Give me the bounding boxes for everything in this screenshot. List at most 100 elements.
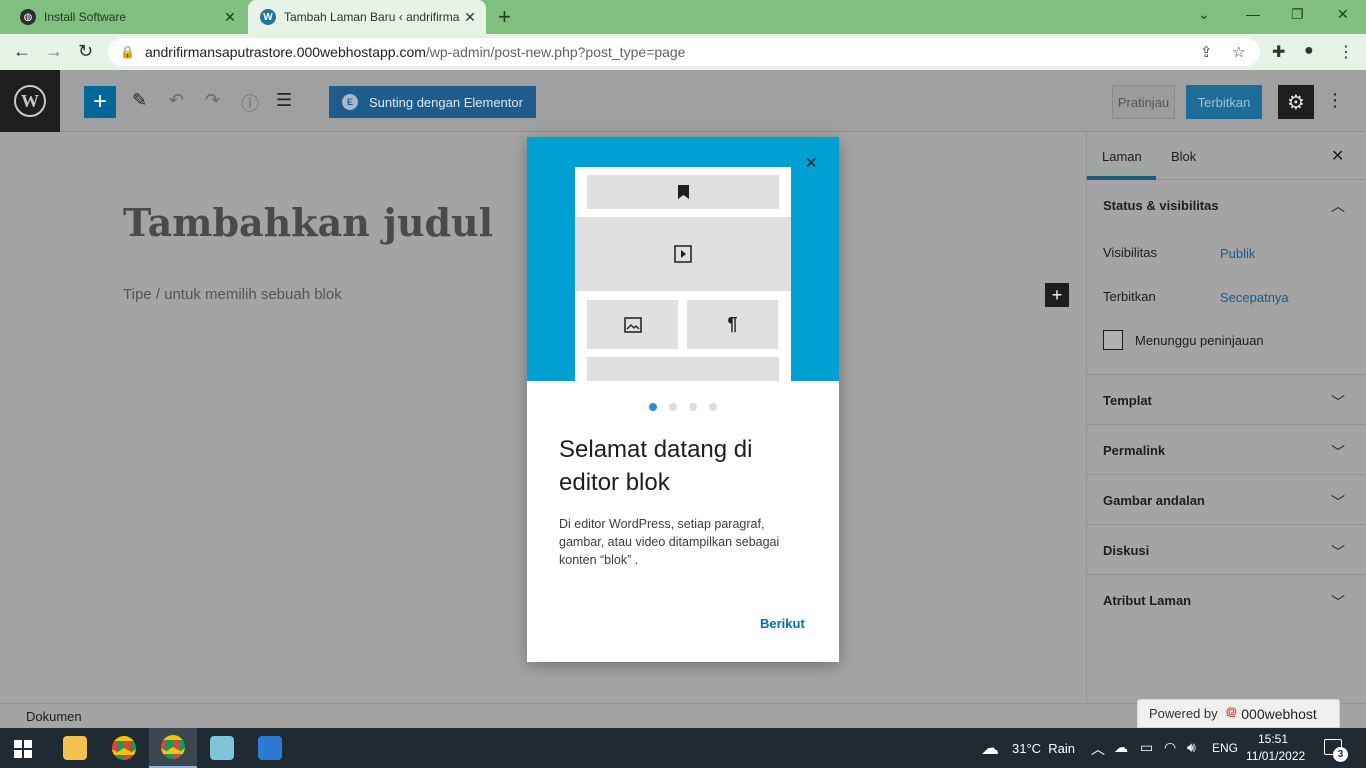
volume-icon[interactable]: 🔊︎ — [1187, 739, 1196, 756]
new-tab-button[interactable]: + — [498, 6, 511, 28]
browser-menu-icon[interactable]: ⋮ — [1338, 42, 1354, 62]
pending-review-checkbox[interactable] — [1103, 330, 1123, 350]
info-icon[interactable]: ⓘ — [241, 90, 259, 116]
elementor-label: Sunting dengan Elementor — [369, 94, 523, 110]
page-dot-2[interactable] — [669, 403, 677, 411]
clock[interactable]: 15:51 11/01/2022 — [1246, 731, 1305, 765]
url-host: andrifirmansaputrastore.000webhostapp.co… — [144, 44, 426, 60]
tab-block[interactable]: Blok — [1171, 149, 1196, 164]
share-icon[interactable]: ⇪ — [1200, 43, 1213, 61]
browser-tab-new-page[interactable]: W Tambah Laman Baru ‹ andrifirman ✕ — [248, 0, 486, 34]
weather-rain-icon[interactable]: ☁ — [981, 738, 999, 759]
close-sidebar-icon[interactable]: ✕ — [1331, 146, 1344, 166]
visibility-label: Visibilitas — [1103, 245, 1157, 260]
divider — [1087, 374, 1366, 375]
wifi-icon[interactable]: ◠ — [1164, 739, 1176, 756]
divider — [1087, 524, 1366, 525]
divider — [1087, 424, 1366, 425]
visibility-value-link[interactable]: Publik — [1220, 246, 1255, 261]
show-hidden-icons[interactable]: ︿ — [1091, 739, 1105, 759]
block-row — [587, 357, 779, 381]
close-tab-icon[interactable]: ✕ — [460, 9, 480, 26]
chrome-active-icon[interactable] — [149, 728, 197, 768]
wordpress-logo[interactable]: W — [0, 70, 60, 132]
publish-button[interactable]: Terbitkan — [1186, 85, 1262, 119]
globe-icon: ◍ — [20, 9, 36, 25]
sidebar-tabs: Laman Blok ✕ — [1087, 132, 1366, 180]
weather-text[interactable]: 31°C Rain — [1012, 741, 1075, 756]
undo-icon[interactable]: ↶ — [169, 90, 184, 111]
chevron-down-icon[interactable]: ﹀ — [1331, 542, 1345, 562]
lock-icon[interactable]: 🔒 — [120, 45, 135, 59]
panel-status-visibility[interactable]: Status & visibilitas — [1103, 198, 1219, 213]
battery-icon[interactable]: ▭ — [1140, 739, 1153, 756]
next-button[interactable]: Berikut — [760, 616, 805, 631]
block-placeholder[interactable]: Tipe / untuk memilih sebuah blok — [123, 286, 342, 303]
preview-button[interactable]: Pratinjau — [1112, 85, 1175, 119]
browser-tab-install-software[interactable]: ◍ Install Software ✕ — [8, 0, 246, 34]
powered-brand: 000webhost — [1241, 705, 1317, 722]
panel-template[interactable]: Templat — [1103, 393, 1152, 408]
chevron-up-icon[interactable]: ︿ — [1331, 196, 1345, 216]
reload-icon[interactable]: ↻ — [78, 41, 93, 62]
webhost-logo-icon: ᪤ — [1225, 704, 1238, 721]
more-options-icon[interactable]: ⋮ — [1326, 90, 1344, 111]
extensions-icon[interactable]: ✚ — [1272, 42, 1285, 62]
active-tab-indicator — [1087, 176, 1156, 180]
panel-permalink[interactable]: Permalink — [1103, 443, 1165, 458]
image-icon — [587, 300, 678, 349]
chevron-down-icon[interactable]: ﹀ — [1331, 592, 1345, 612]
powered-by-badge[interactable]: Powered by ᪤ 000webhost — [1137, 699, 1340, 728]
panel-discussion[interactable]: Diskusi — [1103, 543, 1149, 558]
bookmark-icon — [587, 175, 779, 209]
profile-avatar[interactable]: ● — [1304, 42, 1314, 60]
language-indicator[interactable]: ENG — [1212, 741, 1238, 755]
pending-review-label: Menunggu peninjauan — [1135, 333, 1264, 348]
panel-featured-image[interactable]: Gambar andalan — [1103, 493, 1205, 508]
chrome-icon[interactable] — [100, 728, 148, 768]
windows-start-icon[interactable] — [14, 740, 32, 758]
inline-add-block-button[interactable]: + — [1045, 283, 1069, 307]
modal-description: Di editor WordPress, setiap paragraf, ga… — [559, 517, 780, 567]
browser-tabstrip: ◍ Install Software ✕ W Tambah Laman Baru… — [0, 0, 1366, 34]
notepad-icon[interactable] — [198, 728, 246, 768]
minimize-icon[interactable]: — — [1246, 6, 1260, 22]
post-title-placeholder[interactable]: Tambahkan judul — [123, 200, 493, 245]
restore-icon[interactable]: ❐ — [1291, 6, 1304, 23]
address-bar[interactable]: 🔒 andrifirmansaputrastore.000webhostapp.… — [108, 38, 1260, 66]
chevron-down-icon[interactable]: ﹀ — [1331, 392, 1345, 412]
wordpress-icon: W — [260, 9, 276, 25]
page-dot-4[interactable] — [709, 403, 717, 411]
chevron-down-icon[interactable]: ﹀ — [1331, 442, 1345, 462]
settings-gear-icon[interactable]: ⚙ — [1278, 85, 1314, 119]
clock-time: 15:51 — [1257, 732, 1289, 746]
onedrive-icon[interactable]: ☁ — [1114, 739, 1128, 756]
page-dot-3[interactable] — [689, 403, 697, 411]
breadcrumb[interactable]: Dokumen — [26, 709, 82, 724]
block-illustration: ¶ — [575, 167, 791, 381]
file-explorer-icon[interactable] — [51, 728, 99, 768]
edit-with-elementor-button[interactable]: E Sunting dengan Elementor — [329, 86, 536, 118]
page-dot-1[interactable] — [649, 403, 657, 411]
edit-pencil-icon[interactable]: ✎ — [132, 90, 147, 111]
chevron-down-icon[interactable]: ﹀ — [1331, 492, 1345, 512]
photos-icon[interactable] — [246, 728, 294, 768]
list-view-icon[interactable]: ☰ — [276, 90, 292, 111]
redo-icon[interactable]: ↷ — [205, 90, 220, 111]
publish-value-link[interactable]: Secepatnya — [1220, 290, 1289, 305]
close-modal-icon[interactable]: ✕ — [805, 154, 818, 172]
browser-toolbar: ← → ↻ 🔒 andrifirmansaputrastore.000webho… — [0, 34, 1366, 70]
tab-search-icon[interactable]: ⌄ — [1198, 6, 1210, 23]
bookmark-star-icon[interactable]: ☆ — [1232, 43, 1245, 61]
url-path: /wp-admin/post-new.php?post_type=page — [425, 44, 686, 60]
panel-page-attributes[interactable]: Atribut Laman — [1103, 593, 1191, 608]
close-window-icon[interactable]: ✕ — [1337, 6, 1349, 23]
paragraph-icon: ¶ — [687, 300, 778, 349]
tab-page[interactable]: Laman — [1102, 149, 1142, 164]
forward-icon[interactable]: → — [45, 41, 63, 62]
back-icon[interactable]: ← — [13, 41, 31, 62]
notification-count-badge: 3 — [1333, 747, 1348, 762]
welcome-guide-modal: ¶ ✕ Selamat datang di editor blok Di edi… — [527, 137, 839, 662]
close-tab-icon[interactable]: ✕ — [220, 9, 240, 26]
add-block-button[interactable]: + — [84, 86, 116, 118]
